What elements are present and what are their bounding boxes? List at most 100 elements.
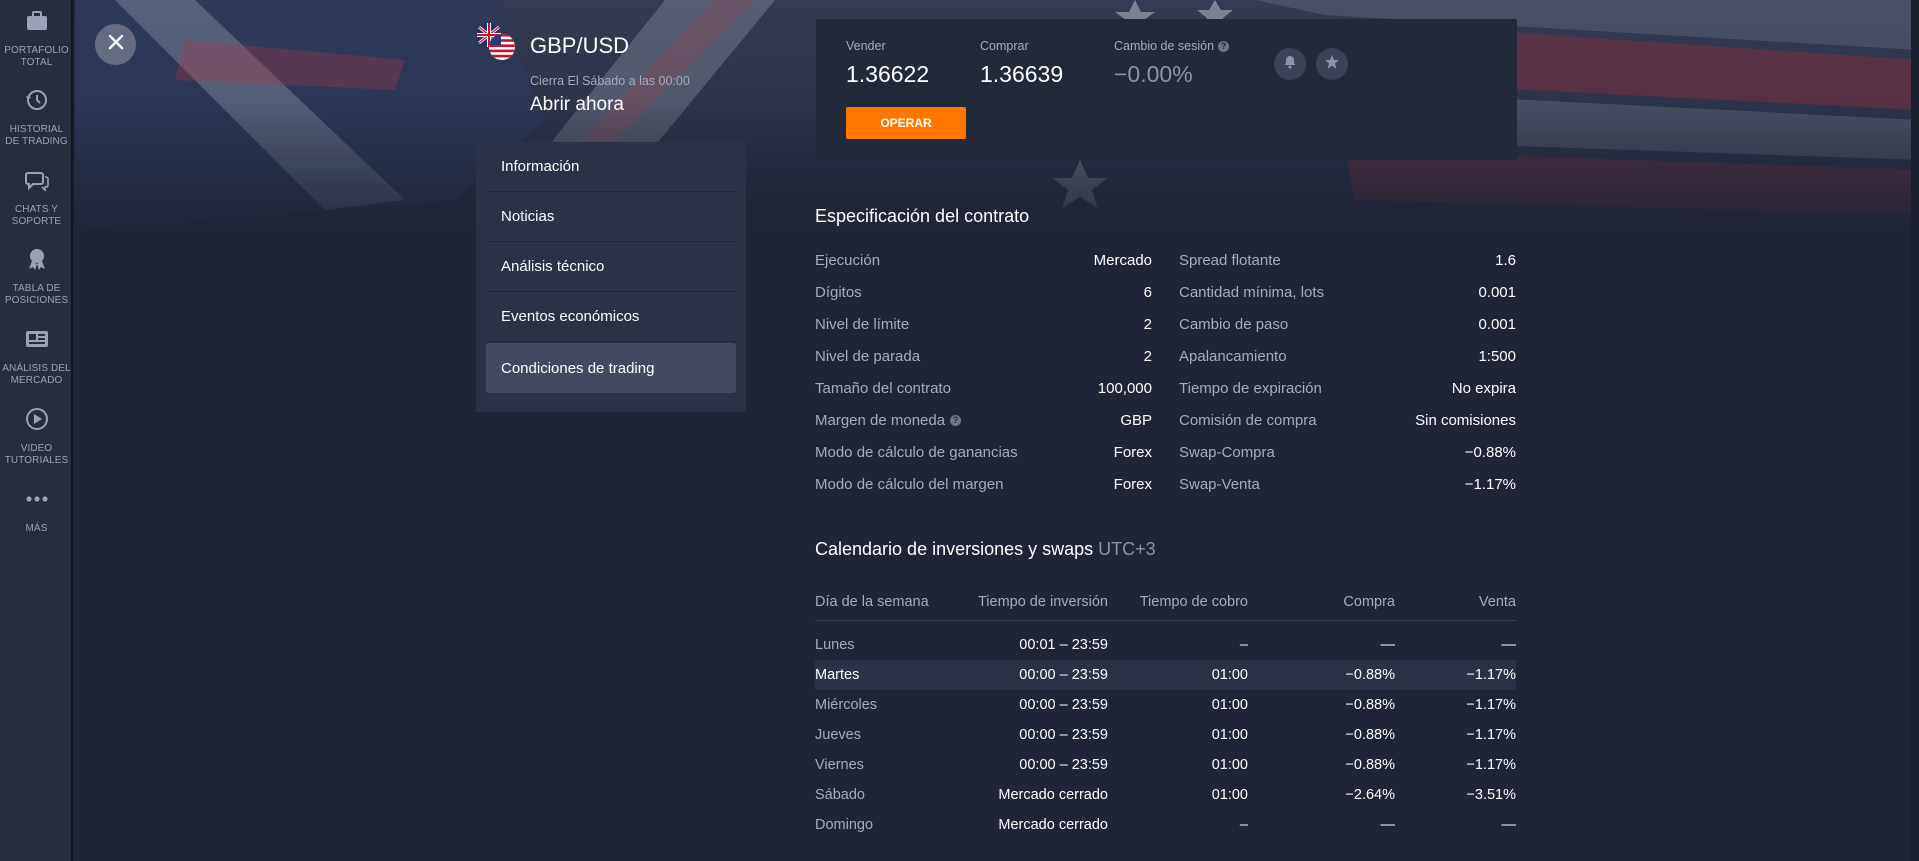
sell-quote: Vender 1.36622 [846, 39, 929, 88]
nav-label: PORTAFOLIO TOTAL [4, 45, 69, 68]
spec-value: 2 [1143, 347, 1152, 365]
swap-calendar-table: Día de la semana Tiempo de inversión Tie… [815, 584, 1516, 840]
nav-portfolio[interactable]: PORTAFOLIO TOTAL [0, 8, 73, 69]
cell-charge-time: 01:00 [1211, 787, 1248, 803]
spec-row: Cantidad mínima, lots 0.001 [1179, 276, 1516, 308]
nav-market-analysis[interactable]: ANÁLISIS DEL MERCADO [0, 326, 73, 387]
spec-value: Mercado [1093, 251, 1152, 269]
cell-buy: −0.88% [1248, 660, 1395, 690]
cell-charge-time: 01:00 [1211, 697, 1248, 713]
spec-value: 2 [1143, 315, 1152, 333]
spec-key: Spread flotante [1179, 251, 1281, 269]
help-icon[interactable]: ? [1218, 40, 1230, 52]
cell-rollover-time: 00:00 – 23:59 [1019, 727, 1108, 743]
menu-item-news[interactable]: Noticias [486, 192, 736, 242]
table-row: Miércoles 00:00 – 23:59 01:00 −0.88% −1.… [815, 690, 1516, 720]
menu-item-trading-conditions[interactable]: Condiciones de trading [486, 343, 736, 393]
sell-label: Vender [846, 39, 886, 53]
bell-icon [1283, 55, 1297, 74]
page-scrollbar[interactable] [1911, 0, 1919, 861]
spec-row: Dígitos 6 [815, 276, 1152, 308]
cell-charge-time: – [1239, 817, 1248, 833]
spec-row: Apalancamiento 1:500 [1179, 340, 1516, 372]
instrument-title: GBP/USD [530, 33, 630, 58]
cell-rollover-time: 00:00 – 23:59 [935, 660, 1108, 690]
cell-charge-time: 01:00 [1108, 660, 1248, 690]
spec-row: Swap-Compra −0.88% [1179, 436, 1516, 468]
nav-label: TABLA DE POSICIONES [4, 283, 69, 306]
currency-pair-flag-icon [475, 22, 519, 67]
cell-charge-time: 01:00 [1211, 727, 1248, 743]
spec-key: Tamaño del contrato [815, 379, 951, 397]
session-change-label: Cambio de sesión [1114, 39, 1215, 53]
spec-key: Margen de moneda [815, 411, 946, 429]
nav-video-tutorials[interactable]: VIDEO TUTORIALES [0, 406, 73, 467]
session-change: Cambio de sesión ? −0.00% [1114, 39, 1230, 88]
spec-row: Tamaño del contrato 100,000 [815, 372, 1152, 404]
calendar-title-text: Calendario de inversiones y swaps [815, 539, 1094, 559]
more-icon [24, 486, 50, 517]
spec-key: Cambio de paso [1179, 315, 1289, 333]
spec-key: Modo de cálculo del margen [815, 475, 1004, 493]
newspaper-icon [24, 326, 50, 357]
spec-value: GBP [1120, 411, 1152, 429]
cell-sell: −1.17% [1466, 757, 1516, 773]
cell-day: Miércoles [815, 697, 878, 713]
menu-item-economic-events[interactable]: Eventos económicos [486, 292, 736, 342]
play-icon [24, 406, 50, 437]
spec-row: Modo de cálculo de ganancias Forex [815, 436, 1152, 468]
cell-rollover-time: Mercado cerrado [998, 787, 1108, 803]
nav-leaderboard[interactable]: TABLA DE POSICIONES [0, 246, 73, 307]
help-icon[interactable]: ? [950, 414, 962, 426]
spec-row: Ejecución Mercado [815, 244, 1152, 276]
star-icon [1324, 54, 1340, 75]
column-header-day: Día de la semana [815, 584, 935, 621]
column-header-sell: Venta [1395, 584, 1516, 621]
close-icon [108, 34, 124, 55]
market-close-note: Cierra El Sábado a las 00:00 [530, 74, 690, 88]
cell-sell: — [1501, 817, 1517, 833]
spec-row: Cambio de paso 0.001 [1179, 308, 1516, 340]
spec-value: −0.88% [1464, 443, 1516, 461]
spec-key: Modo de cálculo de ganancias [815, 443, 1018, 461]
menu-item-information[interactable]: Información [486, 142, 736, 192]
menu-item-technical-analysis[interactable]: Análisis técnico [486, 242, 736, 292]
spec-key: Swap-Compra [1179, 443, 1275, 461]
cell-rollover-time: 00:01 – 23:59 [1019, 637, 1108, 654]
column-header-rollover-time: Tiempo de inversión [935, 584, 1108, 621]
table-row: Sábado Mercado cerrado 01:00 −2.64% −3.5… [815, 780, 1516, 810]
cell-day: Sábado [815, 787, 865, 803]
contract-spec-title: Especificación del contrato [815, 206, 1030, 226]
spec-key: Comisión de compra [1179, 411, 1317, 429]
cell-charge-time: – [1239, 637, 1248, 654]
spec-key: Nivel de parada [815, 347, 921, 365]
spec-key: Tiempo de expiración [1179, 379, 1322, 397]
spec-row: Spread flotante 1.6 [1179, 244, 1516, 276]
price-alert-button[interactable] [1274, 48, 1306, 80]
close-button[interactable] [95, 24, 136, 65]
spec-value: 100,000 [1097, 379, 1152, 397]
favorite-button[interactable] [1316, 48, 1348, 80]
cell-day: Jueves [815, 727, 861, 743]
nav-more[interactable]: MÁS [0, 486, 73, 535]
spec-list-right: Spread flotante 1.6 Cantidad mínima, lots… [1179, 244, 1516, 500]
session-change-value: −0.00% [1114, 61, 1193, 87]
cell-sell: −1.17% [1395, 660, 1516, 690]
spec-value: −1.17% [1464, 475, 1516, 493]
cell-day: Viernes [815, 757, 864, 773]
spec-list-left: Ejecución Mercado Dígitos 6 Nivel de límit… [815, 244, 1152, 500]
column-header-charge-time: Tiempo de cobro [1108, 584, 1248, 621]
table-row: Lunes 00:01 – 23:59 – — — [815, 620, 1516, 660]
spec-key: Apalancamiento [1179, 347, 1287, 365]
spec-value: Forex [1113, 475, 1152, 493]
nav-label: HISTORIAL DE TRADING [5, 124, 68, 147]
spec-key: Ejecución [815, 251, 881, 269]
nav-chat-support[interactable]: CHATS Y SOPORTE [0, 167, 73, 228]
nav-label: VIDEO TUTORIALES [4, 443, 69, 466]
nav-trading-history[interactable]: HISTORIAL DE TRADING [0, 87, 73, 148]
calendar-title: Calendario de inversiones y swaps UTC+3 [815, 539, 1156, 560]
cell-sell: −1.17% [1466, 697, 1516, 713]
table-row: Martes 00:00 – 23:59 01:00 −0.88% −1.17% [815, 660, 1516, 690]
cell-sell: — [1501, 637, 1517, 654]
trade-button[interactable]: OPERAR [846, 107, 966, 139]
